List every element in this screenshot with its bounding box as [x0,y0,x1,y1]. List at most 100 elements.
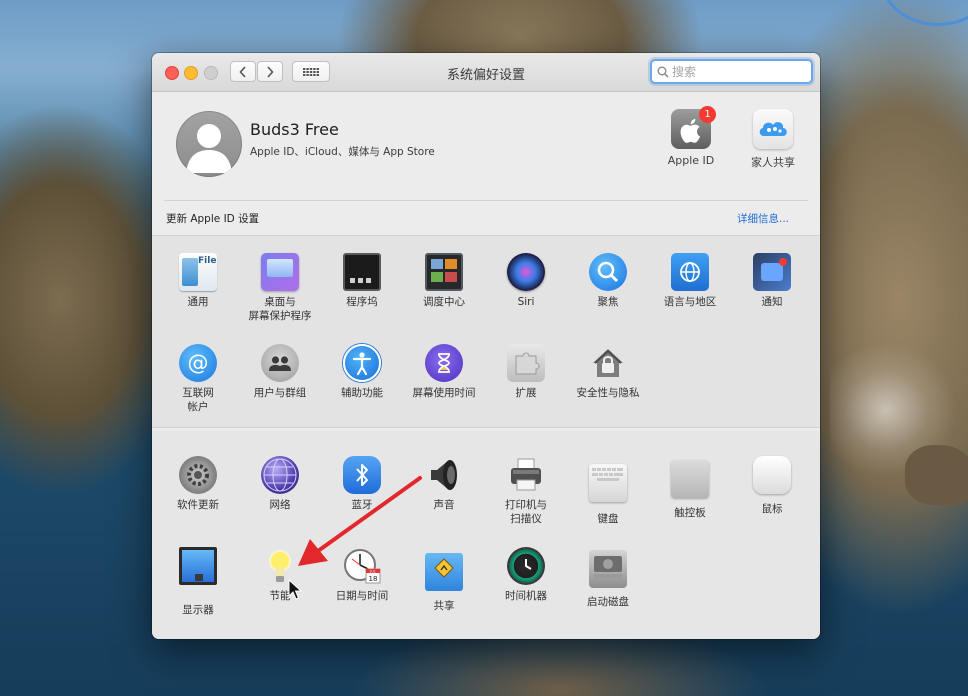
search-input[interactable] [672,63,804,80]
pane-label: 打印机与 扫描仪 [505,499,547,525]
pane-printers-scanners[interactable]: 打印机与 扫描仪 [485,456,567,526]
sharing-folder-icon [425,553,463,591]
pane-desktop-screensaver[interactable]: 桌面与 屏幕保护程序 [239,253,321,323]
pane-date-time[interactable]: JUL 18 日期与时间 [321,547,403,603]
wallpaper-rock [905,445,968,505]
calendar-month: JUL [369,570,376,574]
pane-screen-time[interactable]: 屏幕使用时间 [403,344,485,400]
family-sharing-label: 家人共享 [751,156,795,169]
pane-bluetooth[interactable]: 蓝牙 [321,456,403,512]
pane-label: 屏幕使用时间 [412,387,476,399]
pane-notifications[interactable]: 通知 [731,253,813,309]
at-sign-icon: @ [179,344,217,382]
pane-trackpad[interactable]: 触控板 [649,456,731,520]
pane-label: 桌面与 屏幕保护程序 [248,296,312,322]
pane-displays[interactable]: 显示器 [157,547,239,617]
details-link[interactable]: 详细信息... [737,211,789,226]
pane-label: 程序坞 [346,296,378,308]
pane-label: 网络 [269,499,291,511]
trackpad-icon [671,460,709,498]
desktop-screensaver-icon [261,253,299,291]
pane-energy-saver[interactable]: 节能 [239,547,321,603]
clock-calendar-icon: JUL 18 [343,547,381,585]
desktop-annotation-circle [880,0,968,26]
bluetooth-icon [343,456,381,494]
display-icon [179,547,217,585]
user-silhouette-icon [186,124,232,173]
apple-id-update-notice: 更新 Apple ID 设置 [166,213,260,225]
pane-security-privacy[interactable]: 安全性与隐私 [567,344,649,400]
search-field[interactable] [650,59,813,84]
mission-control-icon [425,253,463,291]
network-globe-icon [261,456,299,494]
general-icon [179,253,217,291]
flag-globe-icon [671,253,709,291]
pane-startup-disk[interactable]: 启动磁盘 [567,547,649,609]
pane-label: 聚焦 [597,296,619,308]
puzzle-piece-icon [507,344,545,382]
system-preferences-window: 系统偏好设置 Buds3 Free Apple ID、iCloud、媒体与 Ap… [152,53,820,639]
pane-label: 用户与群组 [253,387,307,399]
pane-label: 安全性与隐私 [576,387,640,399]
house-lock-icon [589,344,627,382]
pane-label: 触控板 [674,507,706,519]
accessibility-icon [343,344,381,382]
notification-badge: 1 [699,106,716,123]
user-avatar[interactable] [176,111,242,177]
pane-mouse[interactable]: 鼠标 [731,456,813,516]
pane-sharing[interactable]: 共享 [403,547,485,613]
pane-label: 共享 [433,600,455,612]
pane-label: 蓝牙 [351,499,373,511]
notifications-icon [753,253,791,291]
pane-label: 语言与地区 [663,296,717,308]
family-sharing-pane[interactable] [753,109,793,149]
dock-icon [343,253,381,291]
pane-siri[interactable]: Siri [485,253,567,309]
mouse-icon [753,456,791,494]
pane-general[interactable]: 通用 [157,253,239,309]
siri-icon [507,253,545,291]
pane-label: 显示器 [182,604,214,616]
pane-spotlight[interactable]: 聚焦 [567,253,649,309]
pane-label: 日期与时间 [335,590,389,602]
pane-label: 启动磁盘 [587,596,629,608]
pane-accessibility[interactable]: 辅助功能 [321,344,403,400]
pane-keyboard[interactable]: 键盘 [567,456,649,526]
gear-icon [179,456,217,494]
account-subtitle: Apple ID、iCloud、媒体与 App Store [250,146,435,158]
pane-time-machine[interactable]: 时间机器 [485,547,567,603]
pane-label: 通用 [187,296,209,308]
pane-label: 键盘 [597,513,619,525]
divider [164,200,808,201]
apple-id-label: Apple ID [667,154,715,167]
account-name: Buds3 Free [250,120,339,139]
spotlight-icon [589,253,627,291]
pane-mission-control[interactable]: 调度中心 [403,253,485,309]
users-icon [261,344,299,382]
printer-icon [507,456,545,494]
time-machine-icon [507,547,545,585]
light-bulb-icon [261,547,299,585]
pane-label: 辅助功能 [341,387,383,399]
hard-disk-icon [589,550,627,588]
pane-sound[interactable]: 声音 [403,456,485,512]
pane-label: 声音 [433,499,455,511]
pane-label: Siri [517,296,535,308]
pane-label: 鼠标 [761,503,783,515]
pane-network[interactable]: 网络 [239,456,321,512]
pane-label: 通知 [761,296,783,308]
keyboard-icon [589,464,627,502]
pane-users-groups[interactable]: 用户与群组 [239,344,321,400]
search-icon [657,66,669,78]
pane-internet-accounts[interactable]: @ 互联网 帐户 [157,344,239,414]
pane-label: 软件更新 [177,499,219,511]
pane-language-region[interactable]: 语言与地区 [649,253,731,309]
hourglass-icon [425,344,463,382]
pane-label: 调度中心 [423,296,465,308]
pane-extensions[interactable]: 扩展 [485,344,567,400]
pane-dock[interactable]: 程序坞 [321,253,403,309]
pane-software-update[interactable]: 软件更新 [157,456,239,512]
family-cloud-icon [759,122,787,136]
pane-label: 时间机器 [505,590,547,602]
pane-label: 节能 [269,590,291,602]
